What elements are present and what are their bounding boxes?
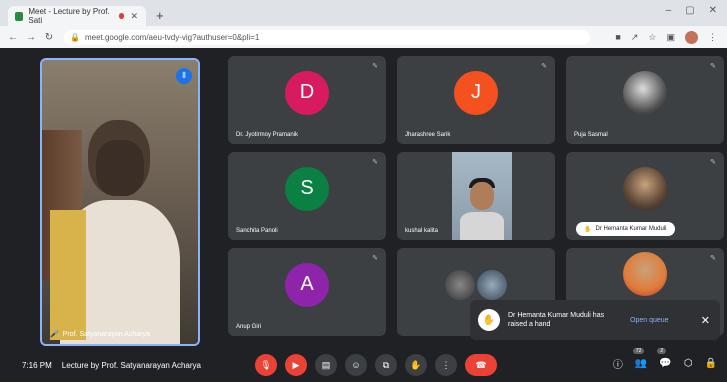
- info-icon[interactable]: ⓘ: [613, 356, 623, 371]
- raised-hand-toast: ✋ Dr Hemanta Kumar Muduli has raised a h…: [470, 300, 720, 340]
- meet-stage: ⦀ 🎤 Prof. Satyanarayan Acharya D ✎ Dr. J…: [0, 48, 727, 382]
- participant-tile[interactable]: A ✎ Anup Giri: [228, 248, 386, 336]
- avatar: A: [285, 262, 329, 307]
- window-controls: – ▢ ✕: [666, 5, 717, 16]
- profile-avatar[interactable]: [685, 30, 698, 44]
- maximize-icon[interactable]: ▢: [685, 5, 694, 16]
- mic-muted-icon: ✎: [710, 255, 716, 262]
- participant-tile[interactable]: D ✎ Dr. Jyotirmoy Pramanik: [228, 56, 386, 144]
- participant-tile[interactable]: ✎ ✋ Dr Hemanta Kumar Muduli: [566, 152, 724, 240]
- lock-icon: 🔒: [70, 32, 80, 42]
- participant-name: Anup Giri: [236, 324, 262, 330]
- avatar-photo: [476, 269, 507, 300]
- toast-message: Dr Hemanta Kumar Muduli has raised a han…: [508, 312, 605, 328]
- avatar-photo: [623, 252, 667, 297]
- hand-icon: ✋: [478, 309, 500, 331]
- participant-name: Dr. Jyotirmoy Pramanik: [236, 132, 299, 138]
- meet-favicon-icon: [15, 11, 24, 21]
- mic-muted-icon: ✎: [541, 63, 547, 70]
- shirt: [460, 212, 504, 240]
- participant-tile[interactable]: ✎ Puja Sasmal: [566, 56, 724, 144]
- back-icon[interactable]: ←: [8, 32, 18, 43]
- close-window-icon[interactable]: ✕: [709, 5, 717, 16]
- raised-hand-badge: ✋ Dr Hemanta Kumar Muduli: [576, 222, 675, 236]
- mic-muted-icon: 🎤: [50, 331, 59, 338]
- avatar: J: [454, 70, 498, 115]
- call-controls: 🎙 ▶ ▤ ☺ ⧉ ✋ ⋮ ☎: [255, 354, 497, 376]
- browser-chrome: Meet - Lecture by Prof. Sati ✕ + – ▢ ✕ ←…: [0, 0, 727, 48]
- share-icon[interactable]: ↗: [631, 32, 639, 43]
- camera-icon[interactable]: ■: [615, 32, 620, 42]
- avatar-photo: [445, 269, 476, 300]
- toolbar: ← → ↻ 🔒 meet.google.com/aeu-tvdy-vig?aut…: [0, 26, 727, 48]
- reload-icon[interactable]: ↻: [44, 32, 54, 43]
- chat-icon[interactable]: 2 💬: [657, 348, 672, 369]
- avatar-photo: [623, 166, 667, 211]
- participant-tile[interactable]: kushal kalita: [397, 152, 555, 240]
- speaker-scarf: [50, 210, 86, 340]
- mic-muted-icon: ✎: [372, 255, 378, 262]
- hand-icon: ✋: [584, 226, 592, 233]
- star-icon[interactable]: ☆: [648, 32, 656, 43]
- minimize-icon[interactable]: –: [666, 5, 672, 16]
- menu-icon[interactable]: ⋮: [708, 32, 717, 43]
- side-controls: ⓘ 72 👥 2 💬 ⬡ 🔒: [613, 348, 717, 371]
- avatar: S: [285, 166, 329, 211]
- lock-icon[interactable]: 🔒: [705, 358, 717, 369]
- close-tab-icon[interactable]: ✕: [130, 11, 138, 22]
- avatar-photo: [623, 70, 667, 115]
- more-options-button[interactable]: ⋮: [435, 354, 457, 376]
- participant-name: kushal kalita: [405, 228, 439, 234]
- raise-hand-button[interactable]: ✋: [405, 354, 427, 376]
- open-queue-button[interactable]: Open queue: [630, 317, 669, 324]
- toolbar-icons: ■ ↗ ☆ ▣ ⋮: [615, 30, 717, 44]
- url-text: meet.google.com/aeu-tvdy-vig?authuser=0&…: [84, 32, 260, 42]
- participant-count: 72: [632, 348, 645, 354]
- self-view-name: 🎤 Prof. Satyanarayan Acharya: [50, 330, 150, 339]
- self-view-tile[interactable]: ⦀ 🎤 Prof. Satyanarayan Acharya: [40, 58, 200, 346]
- close-icon[interactable]: ✕: [701, 314, 710, 327]
- mic-off-button[interactable]: 🎙: [255, 354, 277, 376]
- bottom-bar: 7:16 PM Lecture by Prof. Satyanarayan Ac…: [0, 348, 727, 382]
- present-button[interactable]: ⧉: [375, 354, 397, 376]
- meeting-time: 7:16 PM: [22, 360, 52, 370]
- chat-count: 2: [657, 348, 667, 354]
- participant-name: Sanchita Panoli: [236, 228, 278, 234]
- meeting-title: Lecture by Prof. Satyanarayan Acharya: [61, 360, 201, 370]
- tab-title: Meet - Lecture by Prof. Sati: [28, 7, 110, 25]
- emoji-button[interactable]: ☺: [345, 354, 367, 376]
- mic-muted-icon: ✎: [710, 159, 716, 166]
- mic-muted-icon: ✎: [372, 159, 378, 166]
- people-icon[interactable]: 72 👥: [632, 348, 647, 369]
- recording-dot-icon: [118, 13, 125, 19]
- forward-icon[interactable]: →: [26, 32, 36, 43]
- participant-name: Puja Sasmal: [574, 132, 608, 138]
- extension-icon[interactable]: ▣: [666, 32, 675, 43]
- speaking-indicator-icon: ⦀: [176, 68, 192, 84]
- leave-call-button[interactable]: ☎: [465, 354, 497, 376]
- mic-muted-icon: ✎: [710, 63, 716, 70]
- captions-button[interactable]: ▤: [315, 354, 337, 376]
- participant-name: Jharashree Sarik: [405, 132, 451, 138]
- participant-tile[interactable]: J ✎ Jharashree Sarik: [397, 56, 555, 144]
- browser-tab[interactable]: Meet - Lecture by Prof. Sati ✕: [8, 6, 146, 26]
- face: [470, 182, 494, 210]
- speaker-face: [96, 140, 144, 196]
- activities-icon[interactable]: ⬡: [684, 358, 693, 369]
- participant-tile[interactable]: S ✎ Sanchita Panoli: [228, 152, 386, 240]
- mic-muted-icon: ✎: [372, 63, 378, 70]
- address-bar[interactable]: 🔒 meet.google.com/aeu-tvdy-vig?authuser=…: [64, 29, 590, 45]
- participant-video: [452, 152, 512, 240]
- camera-off-button[interactable]: ▶: [285, 354, 307, 376]
- plus-icon[interactable]: +: [156, 8, 164, 23]
- avatar: D: [285, 70, 329, 115]
